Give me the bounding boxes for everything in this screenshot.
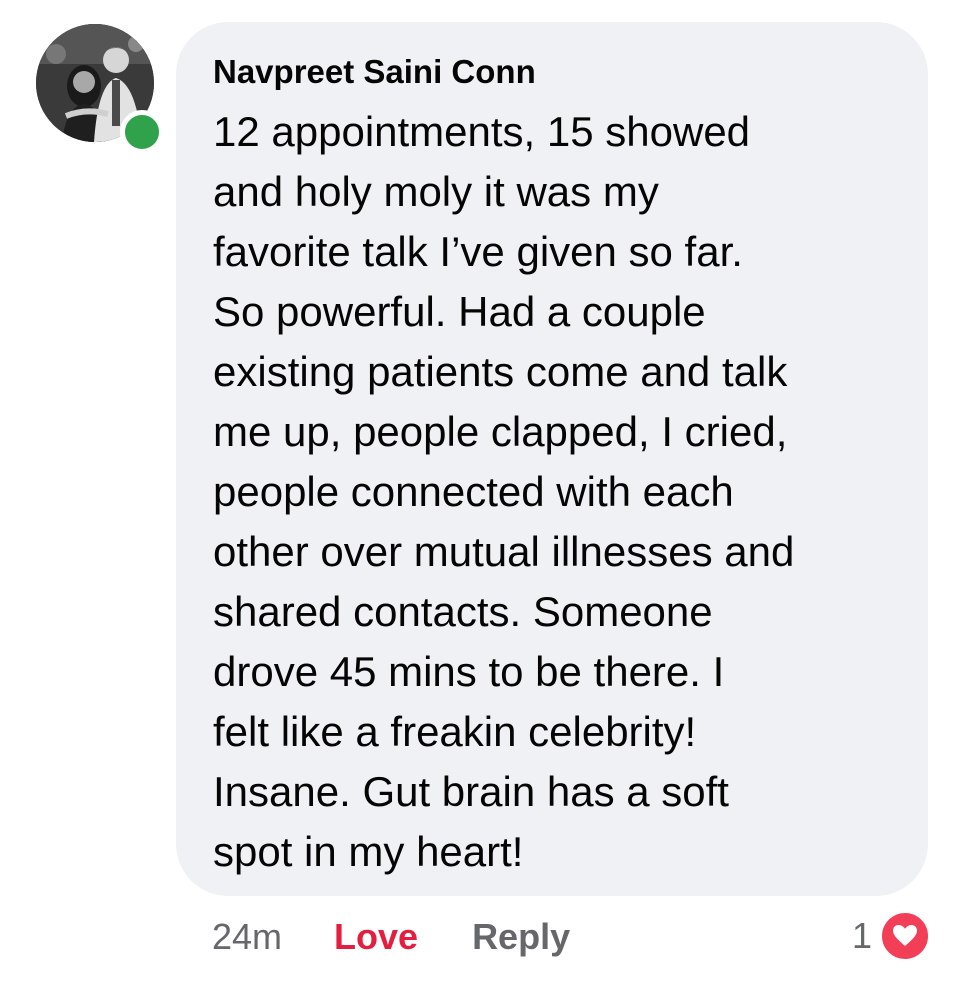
comment-text-line: and holy moly it was my bbox=[213, 168, 659, 215]
avatar-wrapper[interactable] bbox=[36, 24, 164, 154]
comment-text-line: felt like a freakin celebrity! bbox=[213, 708, 697, 755]
love-button[interactable]: Love bbox=[334, 916, 418, 958]
comment-text-line: existing patients come and talk bbox=[213, 348, 788, 395]
heart-icon bbox=[878, 909, 932, 963]
comment-text-line: favorite talk I’ve given so far. bbox=[213, 228, 743, 275]
comment-text-line: other over mutual illnesses and bbox=[213, 528, 795, 575]
reaction-summary[interactable]: 1 bbox=[852, 908, 932, 964]
comment-text-line: spot in my heart! bbox=[213, 828, 524, 875]
comment-actions: 24m Love Reply bbox=[212, 912, 570, 962]
reply-button[interactable]: Reply bbox=[472, 916, 570, 958]
comment-text-line: Insane. Gut brain has a soft bbox=[213, 768, 729, 815]
online-status-dot bbox=[120, 110, 164, 154]
comment-text-line: So powerful. Had a couple bbox=[213, 288, 706, 335]
comment: Navpreet Saini Conn 12 appointments, 15 … bbox=[0, 0, 966, 1000]
comment-text-line: 12 appointments, 15 showed bbox=[213, 108, 751, 155]
comment-text: 12 appointments, 15 showed and holy moly… bbox=[213, 102, 900, 882]
comment-text-line: people connected with each bbox=[213, 468, 734, 515]
author-name[interactable]: Navpreet Saini Conn bbox=[213, 50, 900, 94]
comment-text-line: shared contacts. Someone bbox=[213, 588, 713, 635]
reaction-count: 1 bbox=[851, 915, 872, 956]
timestamp[interactable]: 24m bbox=[212, 916, 282, 958]
comment-text-line: me up, people clapped, I cried, bbox=[213, 408, 788, 455]
comment-bubble: Navpreet Saini Conn 12 appointments, 15 … bbox=[176, 22, 928, 896]
comment-text-line: drove 45 mins to be there. I bbox=[213, 648, 725, 695]
